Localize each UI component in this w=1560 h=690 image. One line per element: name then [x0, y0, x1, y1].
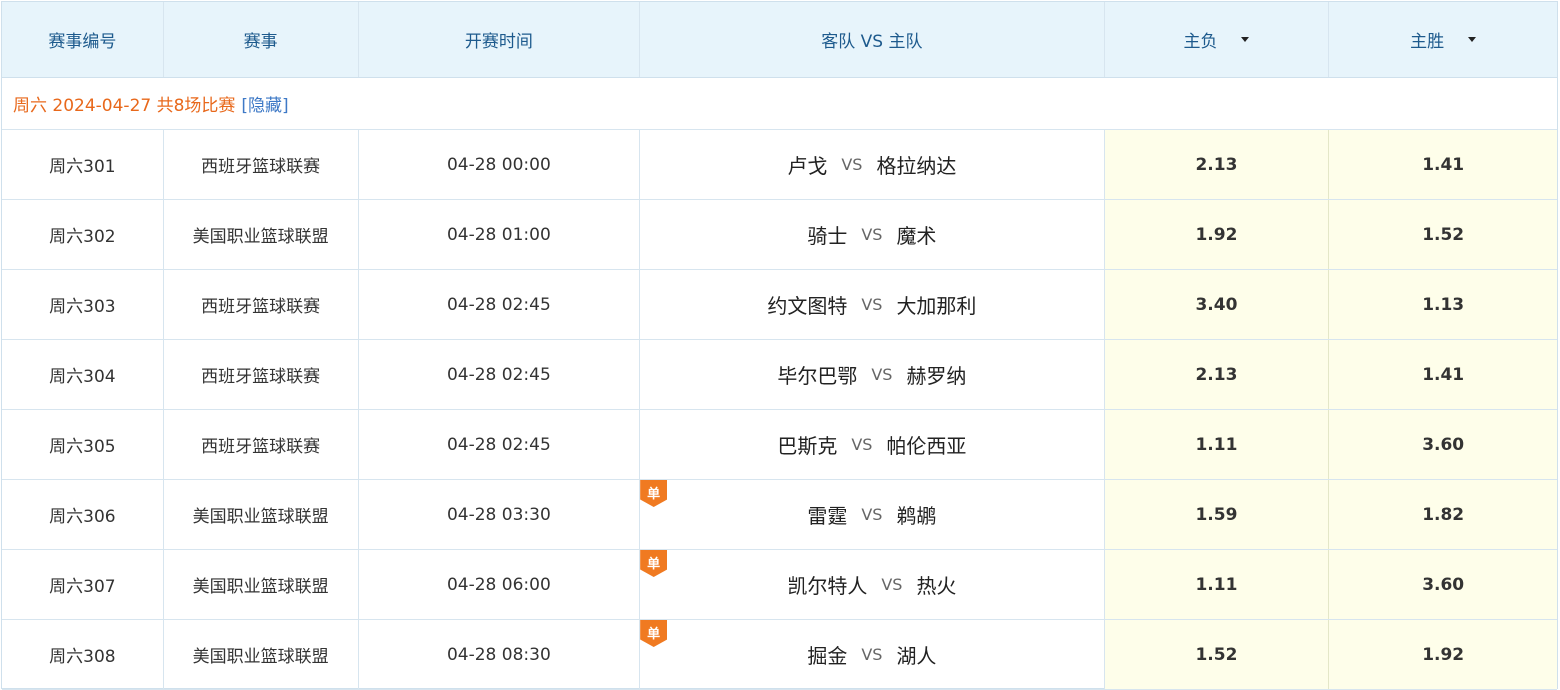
away-team: 凯尔特人 — [787, 574, 868, 598]
table-row: 周六303 西班牙篮球联赛 04-28 02:45 约文图特 VS 大加那利 3.40 1.1… — [2, 270, 1558, 340]
date-group: 周六 2024-04-27 共8场比赛 [隐藏] — [2, 78, 289, 129]
header-away-win-label: 主负 — [1183, 32, 1218, 52]
away-team: 骑士 — [807, 224, 848, 248]
odds-home-win[interactable]: 1.52 — [1329, 200, 1558, 269]
odds-away-win[interactable]: 2.13 — [1104, 130, 1330, 199]
match-league: 美国职业篮球联盟 — [164, 550, 359, 619]
match-league: 美国职业篮球联盟 — [164, 620, 359, 689]
match-id: 周六304 — [2, 340, 164, 409]
match-teams: 单凯尔特人 VS 热火 — [640, 550, 1105, 619]
vs-label: VS — [861, 645, 883, 664]
match-league: 西班牙篮球联赛 — [164, 340, 359, 409]
vs-label: VS — [861, 225, 883, 244]
match-teams: 毕尔巴鄂 VS 赫罗纳 — [640, 340, 1105, 409]
odds-away-win[interactable]: 1.11 — [1104, 550, 1330, 619]
match-league: 西班牙篮球联赛 — [164, 410, 359, 479]
match-teams: 约文图特 VS 大加那利 — [640, 270, 1105, 339]
away-team: 巴斯克 — [777, 434, 838, 458]
odds-away-win[interactable]: 1.59 — [1104, 480, 1330, 549]
away-team: 毕尔巴鄂 — [777, 364, 858, 388]
odds-home-win[interactable]: 3.60 — [1329, 550, 1558, 619]
home-team: 魔术 — [896, 224, 937, 248]
away-team: 雷霆 — [807, 504, 848, 528]
single-badge: 单 — [640, 480, 668, 507]
away-team: 卢戈 — [787, 154, 828, 178]
caret-down-icon — [1468, 37, 1477, 42]
odds-away-win[interactable]: 1.11 — [1104, 410, 1330, 479]
match-league: 西班牙篮球联赛 — [164, 130, 359, 199]
header-time: 开赛时间 — [359, 2, 641, 77]
home-team: 热火 — [916, 574, 957, 598]
match-id: 周六302 — [2, 200, 164, 269]
match-teams: 卢戈 VS 格拉纳达 — [640, 130, 1105, 199]
odds-home-win[interactable]: 1.41 — [1329, 340, 1558, 409]
date-group-row: 周六 2024-04-27 共8场比赛 [隐藏] — [2, 78, 1557, 130]
match-time: 04-28 02:45 — [359, 340, 641, 409]
header-home-win-label: 主胜 — [1410, 32, 1445, 52]
match-time: 04-28 08:30 — [359, 620, 641, 689]
match-id: 周六308 — [2, 620, 164, 689]
hide-group-link[interactable]: [隐藏] — [241, 91, 288, 116]
vs-label: VS — [861, 505, 883, 524]
header-home-win-sort[interactable]: 主胜 — [1329, 2, 1557, 77]
odds-away-win[interactable]: 3.40 — [1104, 270, 1330, 339]
match-league: 美国职业篮球联盟 — [164, 480, 359, 549]
vs-label: VS — [861, 295, 883, 314]
match-time: 04-28 02:45 — [359, 410, 641, 479]
home-team: 帕伦西亚 — [886, 434, 967, 458]
table-row: 周六308 美国职业篮球联盟 04-28 08:30 单掘金 VS 湖人 1.52 1.92 — [2, 620, 1558, 690]
home-team: 赫罗纳 — [906, 364, 967, 388]
header-teams: 客队 VS 主队 — [640, 2, 1105, 77]
odds-home-win[interactable]: 1.82 — [1329, 480, 1558, 549]
match-id: 周六305 — [2, 410, 164, 479]
table-header: 赛事编号 赛事 开赛时间 客队 VS 主队 主负 主胜 — [2, 2, 1557, 78]
match-time: 04-28 06:00 — [359, 550, 641, 619]
match-id: 周六307 — [2, 550, 164, 619]
home-team: 湖人 — [896, 644, 937, 668]
match-id: 周六306 — [2, 480, 164, 549]
single-badge: 单 — [640, 620, 668, 647]
match-time: 04-28 02:45 — [359, 270, 641, 339]
match-time: 04-28 00:00 — [359, 130, 641, 199]
odds-home-win[interactable]: 1.92 — [1329, 620, 1558, 689]
odds-away-win[interactable]: 1.52 — [1104, 620, 1330, 689]
table-row: 周六307 美国职业篮球联盟 04-28 06:00 单凯尔特人 VS 热火 1.11 3.6… — [2, 550, 1558, 620]
match-teams: 单掘金 VS 湖人 — [640, 620, 1105, 689]
match-time: 04-28 01:00 — [359, 200, 641, 269]
date-group-label: 周六 2024-04-27 共8场比赛 — [13, 96, 236, 116]
match-league: 西班牙篮球联赛 — [164, 270, 359, 339]
match-id: 周六303 — [2, 270, 164, 339]
home-team: 鹈鹕 — [896, 504, 937, 528]
caret-down-icon — [1241, 37, 1250, 42]
table-row: 周六302 美国职业篮球联盟 04-28 01:00 骑士 VS 魔术 1.92 1.52 — [2, 200, 1558, 270]
single-badge: 单 — [640, 550, 668, 577]
match-teams: 单雷霆 VS 鹈鹕 — [640, 480, 1105, 549]
header-away-win-sort[interactable]: 主负 — [1105, 2, 1330, 77]
table-row: 周六306 美国职业篮球联盟 04-28 03:30 单雷霆 VS 鹈鹕 1.59 1.82 — [2, 480, 1558, 550]
odds-home-win[interactable]: 1.41 — [1329, 130, 1558, 199]
vs-label: VS — [841, 155, 863, 174]
header-id: 赛事编号 — [2, 2, 164, 77]
table-row: 周六301 西班牙篮球联赛 04-28 00:00 卢戈 VS 格拉纳达 2.13 1.41 — [2, 130, 1558, 200]
home-team: 大加那利 — [896, 294, 977, 318]
vs-label: VS — [851, 435, 873, 454]
odds-home-win[interactable]: 3.60 — [1329, 410, 1558, 479]
home-team: 格拉纳达 — [876, 154, 957, 178]
odds-away-win[interactable]: 1.92 — [1104, 200, 1330, 269]
odds-away-win[interactable]: 2.13 — [1104, 340, 1330, 409]
vs-label: VS — [871, 365, 893, 384]
away-team: 掘金 — [807, 644, 848, 668]
match-league: 美国职业篮球联盟 — [164, 200, 359, 269]
odds-home-win[interactable]: 1.13 — [1329, 270, 1558, 339]
table-row: 周六305 西班牙篮球联赛 04-28 02:45 巴斯克 VS 帕伦西亚 1.11 3.60 — [2, 410, 1558, 480]
header-league: 赛事 — [164, 2, 359, 77]
match-teams: 骑士 VS 魔术 — [640, 200, 1105, 269]
table-row: 周六304 西班牙篮球联赛 04-28 02:45 毕尔巴鄂 VS 赫罗纳 2.13 1.41 — [2, 340, 1558, 410]
vs-label: VS — [881, 575, 903, 594]
match-id: 周六301 — [2, 130, 164, 199]
match-teams: 巴斯克 VS 帕伦西亚 — [640, 410, 1105, 479]
match-table: 赛事编号 赛事 开赛时间 客队 VS 主队 主负 主胜 周六 2024-04-2… — [1, 1, 1558, 690]
match-time: 04-28 03:30 — [359, 480, 641, 549]
away-team: 约文图特 — [767, 294, 848, 318]
